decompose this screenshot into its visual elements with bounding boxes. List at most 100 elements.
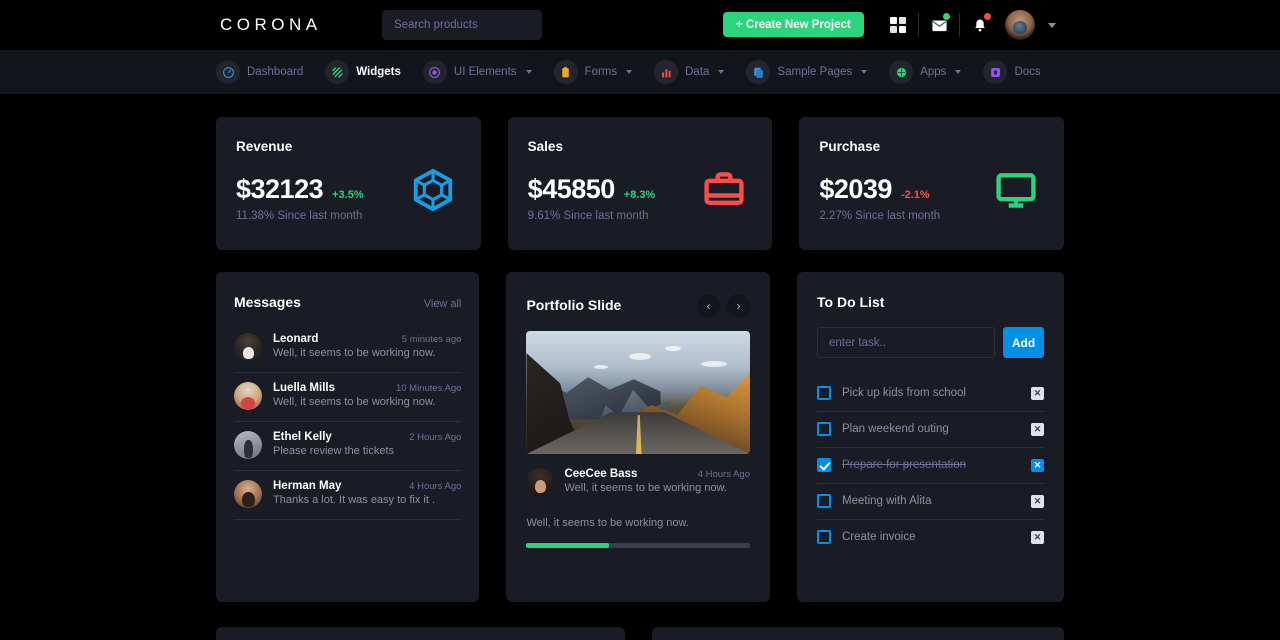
message-item[interactable]: Herman May 4 Hours Ago Thanks a lot. It … [234,471,462,520]
docs-icon-bubble [983,60,1008,84]
portfolio-image[interactable] [526,331,750,454]
profile-dropdown-button[interactable] [1040,0,1064,50]
todo-label: Prepare for presentation [842,459,967,471]
slide-nav: ‹ › [697,294,750,317]
todo-item[interactable]: Pick up kids from school ✕ [817,376,1044,412]
grid-menu-button[interactable] [878,0,918,50]
todo-delete-button[interactable]: ✕ [1031,494,1044,508]
add-task-button[interactable]: Add [1003,327,1044,358]
stat-value: $45850 [527,174,616,204]
briefcase-icon-wrap [698,167,750,213]
chevron-down-icon [626,70,633,74]
message-meta: Luella Mills 10 Minutes Ago [273,382,461,394]
messages-card: Messages View all Leonard 5 minutes ago … [216,272,480,602]
slide-next-button[interactable]: › [727,294,750,317]
todo-delete-button[interactable]: ✕ [1031,458,1044,472]
stat-value: $32123 [236,174,324,204]
stat-card-revenue: Revenue $32123 +3.5% 11.38% Since last m… [216,117,481,250]
nav-label: Widgets [356,66,401,78]
notifications-button[interactable] [960,0,1000,50]
chevron-down-icon [718,70,725,74]
stat-delta: +8.3% [623,189,656,201]
nav-item-widgets[interactable]: Widgets [325,60,401,84]
search-input[interactable] [394,19,530,31]
hexagon-icon [413,168,452,212]
todo-label: Create invoice [842,531,916,543]
message-body: Luella Mills 10 Minutes Ago Well, it see… [273,382,461,410]
copy-icon [754,67,763,78]
message-sender: Luella Mills [273,382,335,394]
messages-button[interactable] [919,0,959,50]
avatar [234,382,262,410]
todo-delete-button[interactable]: ✕ [1031,422,1044,436]
todo-checkbox[interactable] [817,386,831,400]
message-sender: Ethel Kelly [273,431,332,443]
message-meta: Herman May 4 Hours Ago [273,480,461,492]
nav-label: Data [685,66,710,78]
chevron-down-icon [955,70,962,74]
todo-header: To Do List [817,294,1044,310]
nav-item-forms[interactable]: Forms [553,60,633,84]
nav-item-apps[interactable]: Apps [889,60,962,84]
todo-checkbox[interactable] [817,530,831,544]
message-text: Well, it seems to be working now. [273,396,436,408]
mail-badge-dot [943,13,950,20]
message-meta: Leonard 5 minutes ago [273,333,461,345]
cloud-shape [629,353,652,361]
message-body: Leonard 5 minutes ago Well, it seems to … [273,333,461,361]
todo-checkbox[interactable] [817,422,831,436]
portfolio-caption: Well, it seems to be working now. [526,517,689,529]
todo-delete-button[interactable]: ✕ [1031,530,1044,544]
nav-label: Apps [920,66,947,78]
nav-item-data[interactable]: Data [654,60,725,84]
nav-item-docs[interactable]: Docs [983,60,1041,84]
todo-item[interactable]: Plan weekend outing ✕ [817,412,1044,448]
speedometer-icon-bubble [216,60,240,84]
todo-item[interactable]: Prepare for presentation ✕ [817,448,1044,484]
monitor-icon-wrap [990,167,1042,213]
grid-icon [890,17,906,33]
profile-button[interactable] [1000,0,1040,50]
card-title: Messages [234,294,301,310]
stat-title: Revenue [236,139,293,154]
top-header: CORONA + Create New Project [0,0,1280,50]
brand-logo[interactable]: CORONA [220,15,322,35]
todo-label: Plan weekend outing [842,423,949,435]
nav-item-dashboard[interactable]: Dashboard [216,60,303,84]
todo-delete-button[interactable]: ✕ [1031,386,1044,400]
cloud-shape [665,345,682,351]
message-item[interactable]: Ethel Kelly 2 Hours Ago Please review th… [234,422,462,471]
todo-list-card: To Do List Add Pick up kids from school … [797,272,1064,602]
nav-label: UI Elements [453,66,517,78]
hexagon-icon-wrap [407,167,459,213]
stat-delta: +3.5% [332,189,364,201]
message-item[interactable]: Luella Mills 10 Minutes Ago Well, it see… [234,373,462,422]
todo-items-list: Pick up kids from school ✕ Plan weekend … [817,376,1044,555]
todo-checkbox[interactable] [817,458,831,472]
search-box[interactable] [382,10,542,40]
todo-form: Add [817,327,1044,358]
nav-item-ui-elements[interactable]: UI Elements [422,60,532,84]
monitor-icon [996,173,1036,208]
view-all-link[interactable]: View all [424,298,462,310]
docs-icon [991,67,1000,77]
todo-checkbox[interactable] [817,494,831,508]
stat-card-purchase: Purchase $2039 -2.1% 2.27% Since last mo… [799,117,1065,250]
bottom-row [216,627,1064,640]
stat-title: Purchase [819,139,881,154]
message-text: Well, it seems to be working now. [273,347,436,359]
message-text: Thanks a lot. It was easy to fix it . [273,494,436,506]
cloud-shape [700,360,727,367]
todo-input[interactable] [817,327,995,358]
chevron-down-icon [525,70,532,74]
todo-item[interactable]: Meeting with Alita ✕ [817,484,1044,520]
todo-item[interactable]: Create invoice ✕ [817,520,1044,555]
message-item[interactable]: Leonard 5 minutes ago Well, it seems to … [234,324,462,373]
avatar [1005,10,1035,40]
create-new-project-button[interactable]: + Create New Project [723,12,864,37]
stat-title: Sales [527,139,563,154]
slide-prev-button[interactable]: ‹ [697,294,720,317]
card-title: To Do List [817,294,885,310]
nav-item-sample-pages[interactable]: Sample Pages [746,60,868,84]
speedometer-icon [222,66,234,78]
